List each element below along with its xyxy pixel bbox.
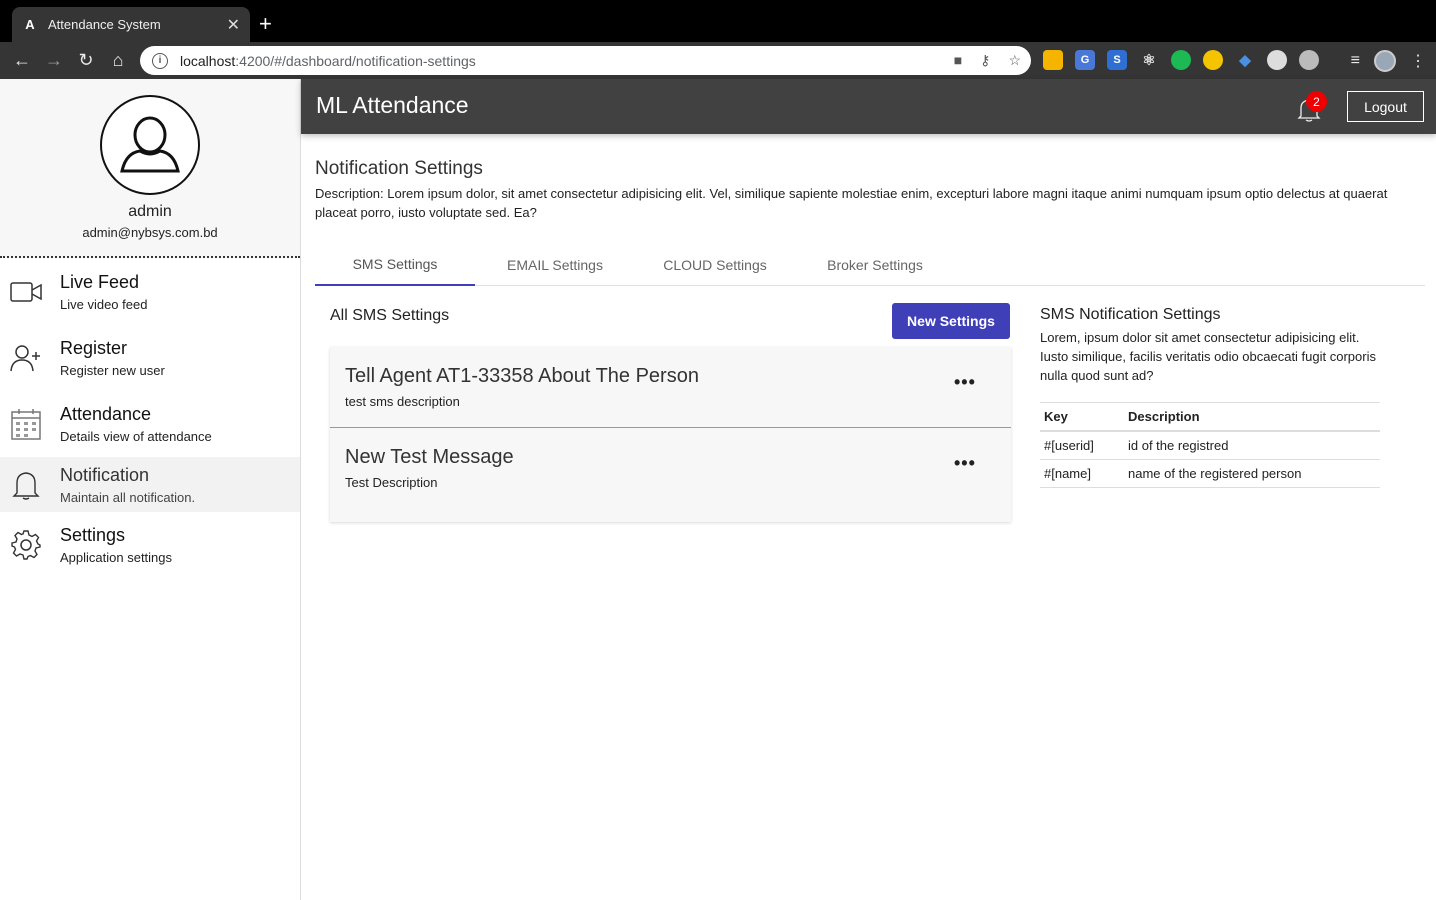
- sidebar-item-subtitle: Register new user: [60, 363, 165, 378]
- more-options-icon[interactable]: •••: [954, 372, 976, 393]
- browser-tab[interactable]: A Attendance System ✕: [12, 7, 250, 42]
- table-cell-description: name of the registered person: [1124, 459, 1380, 488]
- list-item-description: test sms description: [345, 394, 460, 409]
- table-row: #[name] name of the registered person: [1040, 459, 1380, 488]
- forward-icon[interactable]: →: [38, 45, 70, 77]
- tab-email-settings[interactable]: EMAIL Settings: [475, 244, 635, 286]
- more-options-icon[interactable]: •••: [954, 453, 976, 474]
- circle-extension-icon[interactable]: [1267, 50, 1287, 70]
- calendar-icon: [10, 408, 42, 440]
- logout-button[interactable]: Logout: [1347, 91, 1424, 122]
- back-icon[interactable]: ←: [6, 45, 38, 77]
- sidebar-item-subtitle: Maintain all notification.: [60, 489, 196, 505]
- address-bar[interactable]: i localhost:4200/#/dashboard/notificatio…: [140, 46, 1031, 75]
- extensions-bar: G S ⚛ ◆: [1043, 50, 1319, 70]
- url-host: localhost: [180, 52, 236, 69]
- settings-tabs: SMS Settings EMAIL Settings CLOUD Settin…: [315, 244, 1425, 286]
- sidebar-item-subtitle: Details view of attendance: [60, 429, 212, 444]
- list-item-title: Tell Agent AT1-33358 About The Person: [345, 365, 699, 387]
- bell-icon: [10, 469, 42, 501]
- sidebar-item-register[interactable]: Register Register new user: [0, 325, 300, 391]
- close-tab-icon[interactable]: ✕: [227, 15, 240, 35]
- notification-count-badge: 2: [1306, 91, 1327, 112]
- sms-settings-list: Tell Agent AT1-33358 About The Person te…: [330, 347, 1011, 522]
- translate-extension-icon[interactable]: G: [1075, 50, 1095, 70]
- table-header-description: Description: [1124, 402, 1380, 432]
- sidebar-menu: Live Feed Live video feed Register Registe…: [0, 259, 300, 578]
- user-avatar-icon: [100, 95, 200, 195]
- tab-broker-settings[interactable]: Broker Settings: [795, 244, 955, 286]
- new-tab-icon[interactable]: +: [259, 11, 272, 37]
- table-header-key: Key: [1040, 402, 1124, 432]
- list-item[interactable]: Tell Agent AT1-33358 About The Person te…: [330, 347, 1011, 427]
- sidebar: admin admin@nybsys.com.bd Live Feed Live …: [0, 79, 301, 900]
- placeholder-key-table: Key Description #[userid] id of the regi…: [1040, 402, 1380, 488]
- list-item-title: New Test Message: [345, 446, 514, 468]
- app-header: ML Attendance 2 Logout: [301, 79, 1436, 134]
- add-user-icon: [10, 342, 42, 374]
- username: admin: [128, 203, 172, 220]
- tab-cloud-settings[interactable]: CLOUD Settings: [635, 244, 795, 286]
- sidebar-item-notification[interactable]: Notification Maintain all notification.: [0, 457, 300, 512]
- sidebar-item-title: Settings: [60, 525, 126, 545]
- sidebar-item-attendance[interactable]: Attendance Details view of attendance: [0, 391, 300, 457]
- site-info-icon[interactable]: i: [152, 52, 168, 69]
- list-item[interactable]: New Test Message Test Description •••: [330, 427, 1011, 507]
- profile-avatar-icon[interactable]: [1374, 50, 1396, 72]
- browser-menu-icon[interactable]: ⋮: [1410, 51, 1426, 71]
- sidebar-item-title: Notification: [60, 464, 150, 485]
- browser-tab-title: Attendance System: [48, 17, 161, 32]
- sidebar-item-title: Live Feed: [60, 272, 140, 292]
- user-email: admin@nybsys.com.bd: [82, 225, 218, 240]
- green-extension-icon[interactable]: [1171, 50, 1191, 70]
- table-cell-description: id of the registred: [1124, 431, 1380, 460]
- sidebar-item-settings[interactable]: Settings Application settings: [0, 512, 300, 578]
- list-item-description: Test Description: [345, 475, 438, 490]
- angular-favicon-icon: A: [25, 17, 35, 32]
- yellow-extension-icon[interactable]: [1203, 50, 1223, 70]
- gear-icon: [10, 529, 42, 561]
- new-settings-button[interactable]: New Settings: [892, 303, 1010, 339]
- sidebar-item-subtitle: Live video feed: [60, 297, 148, 312]
- sidebar-item-live-feed[interactable]: Live Feed Live video feed: [0, 259, 300, 325]
- bookmark-star-icon[interactable]: ☆: [1008, 52, 1021, 69]
- table-row: #[userid] id of the registred: [1040, 431, 1380, 460]
- react-extension-icon[interactable]: ⚛: [1139, 50, 1159, 70]
- sidebar-item-subtitle: Application settings: [60, 550, 173, 565]
- sms-info-panel: SMS Notification Settings Lorem, ipsum d…: [1040, 306, 1385, 488]
- main-content: Notification Settings Description: Lorem…: [301, 134, 1436, 900]
- reading-list-icon[interactable]: ≡: [1351, 52, 1360, 70]
- sidebar-item-title: Register: [60, 338, 128, 358]
- home-icon[interactable]: ⌂: [102, 45, 134, 77]
- info-panel-description: Lorem, ipsum dolor sit amet consectetur …: [1040, 330, 1376, 383]
- browser-tabstrip: A Attendance System ✕ +: [0, 0, 1436, 42]
- tab-sms-settings[interactable]: SMS Settings: [315, 244, 475, 286]
- extension-1-icon[interactable]: [1043, 50, 1063, 70]
- cap-extension-icon[interactable]: ◆: [1235, 50, 1255, 70]
- table-cell-key: #[userid]: [1040, 431, 1124, 460]
- reload-icon[interactable]: ↻: [70, 45, 102, 77]
- list-title: All SMS Settings: [330, 307, 450, 324]
- browser-toolbar: ← → ↻ ⌂ i localhost:4200/#/dashboard/not…: [0, 42, 1436, 79]
- page-title: Notification Settings: [315, 158, 483, 179]
- s-extension-icon[interactable]: S: [1107, 50, 1127, 70]
- camera-icon[interactable]: ■: [954, 52, 962, 69]
- key-icon[interactable]: ⚷: [980, 52, 990, 69]
- app-title: ML Attendance: [316, 92, 469, 118]
- url-path: :4200/#/dashboard/notification-settings: [235, 52, 476, 69]
- info-panel-title: SMS Notification Settings: [1040, 306, 1221, 323]
- compass-extension-icon[interactable]: [1299, 50, 1319, 70]
- video-camera-icon: [10, 276, 42, 308]
- table-cell-key: #[name]: [1040, 459, 1124, 488]
- page-description: Description: Lorem ipsum dolor, sit amet…: [315, 186, 1388, 220]
- sidebar-item-title: Attendance: [60, 404, 152, 424]
